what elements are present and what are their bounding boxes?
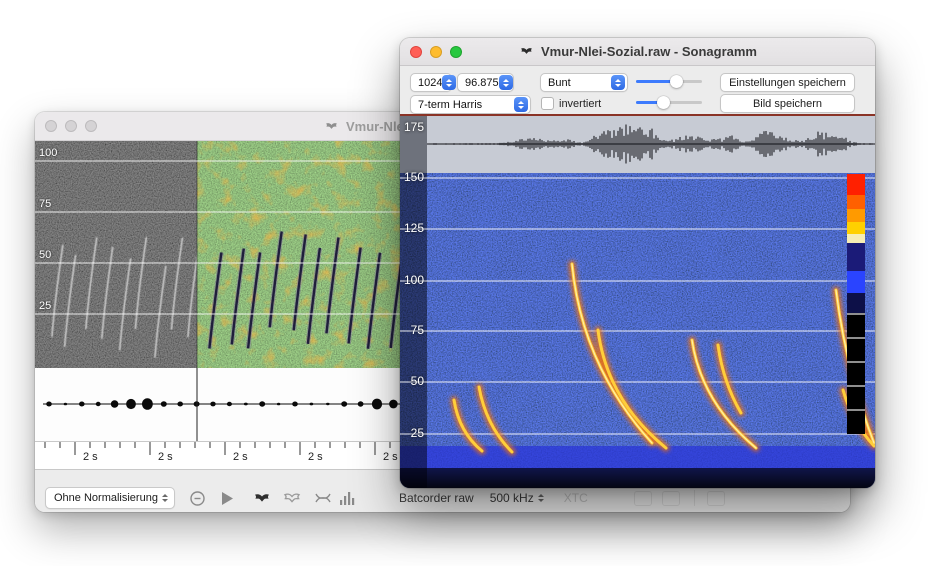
stepper-icon — [442, 75, 456, 90]
waveform-view-button[interactable] — [315, 491, 331, 505]
palette-select[interactable]: Bunt — [540, 73, 628, 92]
colorbar-segment — [847, 337, 865, 361]
colorbar-segment — [847, 271, 865, 293]
normalization-select[interactable]: Ohne Normalisierung — [45, 487, 175, 509]
colorbar-segment — [847, 293, 865, 313]
timeline-label: 2 s — [233, 451, 248, 463]
bat-dark-icon — [251, 493, 273, 504]
bat-heterodyne-button[interactable] — [281, 493, 303, 504]
front-traffic-lights — [410, 46, 462, 58]
minimize-button[interactable] — [65, 120, 77, 132]
timeline-label: 2 s — [308, 451, 323, 463]
brightness-slider[interactable] — [636, 95, 702, 110]
samplerate-value: 500 kHz — [490, 491, 534, 505]
bat-icon — [323, 122, 340, 131]
colorbar-segment — [847, 234, 865, 243]
contrast-slider[interactable] — [636, 74, 702, 89]
disabled-tool-icon — [634, 491, 652, 506]
chevron-updown-icon — [538, 494, 544, 502]
close-button[interactable] — [410, 46, 422, 58]
front-titlebar[interactable]: Vmur-Nlei-Sozial.raw - Sonagramm — [400, 38, 875, 66]
colorbar-segment — [847, 409, 865, 434]
histogram-view-button[interactable] — [339, 491, 355, 505]
front-window-title-text: Vmur-Nlei-Sozial.raw - Sonagramm — [541, 44, 757, 59]
front-window-title: Vmur-Nlei-Sozial.raw - Sonagramm — [518, 44, 757, 59]
save-settings-label: Einstellungen speichern — [729, 77, 846, 89]
colorbar-segment — [847, 313, 865, 337]
stepper-icon — [611, 75, 625, 90]
toolbar-separator — [694, 490, 695, 506]
save-image-label: Bild speichern — [753, 98, 822, 110]
close-button[interactable] — [45, 120, 57, 132]
save-settings-button[interactable]: Einstellungen speichern — [720, 73, 855, 92]
device-label: Batcorder raw — [399, 491, 474, 505]
sonogram-view[interactable]: 175 150 125 100 75 50 25 — [400, 114, 875, 488]
fft-size-value: 1024 — [418, 77, 442, 89]
disabled-tool-icon — [662, 491, 680, 506]
window-function-value: 7-term Harris — [418, 99, 482, 111]
circle-minus-icon — [189, 490, 206, 507]
colorbar-segment — [847, 243, 865, 271]
timeline-label: 2 s — [83, 451, 98, 463]
front-toolbar: 1024 96.875 Bunt Einstellungen speichern… — [400, 66, 875, 114]
invert-checkbox[interactable] — [541, 97, 554, 110]
bat-detect-button[interactable] — [251, 493, 273, 504]
palette-value: Bunt — [548, 77, 571, 89]
timeline-label: 2 s — [158, 451, 173, 463]
histogram-icon — [339, 491, 355, 505]
normalization-value: Ohne Normalisierung — [54, 492, 158, 504]
sonagramm-window-front[interactable]: Vmur-Nlei-Sozial.raw - Sonagramm 1024 96… — [400, 38, 875, 488]
chevron-updown-icon — [162, 494, 168, 502]
bat-icon — [518, 47, 535, 56]
play-icon — [222, 492, 233, 505]
sonogram-canvas — [400, 114, 875, 488]
invert-label: invertiert — [559, 98, 601, 110]
zoom-button[interactable] — [450, 46, 462, 58]
colorbar-segment — [847, 209, 865, 222]
minimize-button[interactable] — [430, 46, 442, 58]
colorbar-segment — [847, 195, 865, 209]
play-button[interactable] — [222, 492, 233, 505]
stepper-icon — [499, 75, 513, 90]
stepper-icon — [514, 97, 528, 112]
xtc-label: XTC — [564, 491, 588, 505]
bat-light-icon — [281, 493, 303, 504]
invert-checkbox-group[interactable]: invertiert — [541, 97, 601, 110]
slider-knob[interactable] — [657, 96, 670, 109]
back-traffic-lights — [45, 120, 97, 132]
overlap-select[interactable]: 96.875 — [457, 73, 514, 92]
waveform-icon — [315, 491, 331, 505]
window-function-select[interactable]: 7-term Harris — [410, 95, 531, 114]
timeline-label: 2 s — [383, 451, 398, 463]
save-image-button[interactable]: Bild speichern — [720, 94, 855, 113]
colorbar-segment — [847, 222, 865, 234]
disabled-tool-icon — [707, 491, 725, 506]
colorbar-segment — [847, 174, 865, 195]
colorbar-segment — [847, 361, 865, 385]
slider-knob[interactable] — [670, 75, 683, 88]
fft-size-select[interactable]: 1024 — [410, 73, 452, 92]
colorbar-segment — [847, 385, 865, 409]
zoom-button[interactable] — [85, 120, 97, 132]
colorbar — [847, 174, 865, 434]
overlap-value: 96.875 — [465, 77, 499, 89]
loop-mode-button[interactable] — [189, 490, 206, 507]
samplerate-select[interactable]: 500 kHz — [490, 491, 544, 505]
